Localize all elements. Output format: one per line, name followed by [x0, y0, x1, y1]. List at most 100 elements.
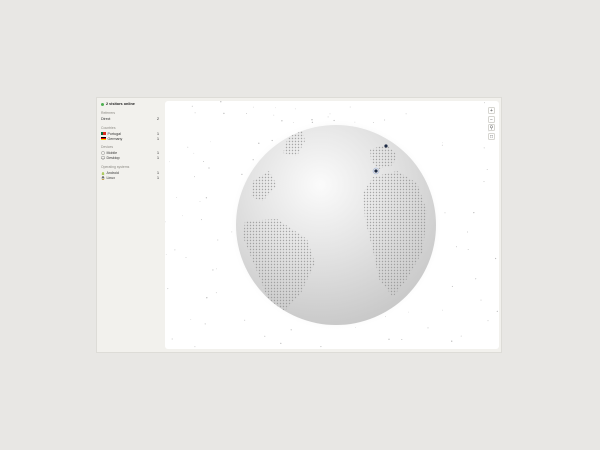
- expand-icon[interactable]: □: [488, 132, 495, 140]
- list-item[interactable]: Linux 1: [101, 175, 159, 180]
- online-status: 2 visitors online: [101, 102, 159, 106]
- star-dot: [199, 201, 201, 202]
- star-dot: [182, 215, 183, 217]
- list-item-count: 1: [157, 175, 159, 180]
- star-dot: [460, 335, 462, 337]
- star-dot: [216, 268, 217, 270]
- star-dot: [200, 219, 202, 221]
- star-dot: [388, 338, 390, 340]
- star-dot: [442, 142, 443, 144]
- section-title: Referrers: [101, 111, 116, 115]
- list-item-label: Android: [106, 170, 119, 175]
- star-dot: [494, 257, 497, 260]
- star-dot: [241, 173, 243, 176]
- list-item-count: 1: [157, 170, 159, 175]
- germany-flag-icon: [101, 136, 106, 141]
- star-dot: [294, 108, 296, 110]
- star-dot: [467, 249, 469, 251]
- section-title: Operating systems: [101, 164, 130, 169]
- star-dot: [280, 342, 282, 345]
- list-item-label: Desktop: [106, 156, 120, 160]
- star-dot: [204, 323, 206, 325]
- star-dot: [467, 231, 469, 233]
- globe-panel[interactable]: + − ⚲ □: [165, 101, 499, 349]
- star-dot: [194, 176, 195, 178]
- section-operating-systems: Operating systems Android 1 Linux 1: [101, 165, 159, 181]
- section-referrers: Referrers Direct 2: [101, 111, 159, 122]
- star-dot: [441, 144, 443, 146]
- star-dot: [212, 269, 214, 271]
- list-item-label: Direct: [101, 117, 111, 121]
- map-controls: + − ⚲ □: [488, 107, 496, 140]
- star-dot: [401, 338, 403, 341]
- linux-icon: [101, 175, 105, 180]
- star-dot: [194, 346, 196, 348]
- star-dot: [486, 169, 488, 170]
- list-item[interactable]: Direct 2: [101, 117, 159, 122]
- section-devices: Devices Mobile 1 Desktop 1: [101, 145, 159, 161]
- star-dot: [451, 340, 453, 342]
- star-dot: [220, 101, 222, 103]
- star-dot: [455, 246, 457, 248]
- sidebar: 2 visitors online Referrers Direct 2 Cou…: [97, 98, 163, 352]
- person-icon[interactable]: ⚲: [488, 124, 495, 131]
- star-dot: [444, 212, 446, 214]
- star-dot: [169, 161, 170, 163]
- star-dot: [329, 113, 331, 115]
- star-dot: [258, 142, 260, 144]
- star-dot: [252, 106, 254, 108]
- list-item-count: 2: [157, 117, 159, 121]
- star-dot: [165, 254, 167, 256]
- star-dot: [210, 141, 211, 143]
- star-dot: [473, 211, 475, 214]
- star-dot: [206, 297, 208, 299]
- star-dot: [191, 105, 193, 107]
- list-item-count: 1: [157, 131, 159, 136]
- section-title: Countries: [101, 125, 116, 130]
- star-dot: [483, 147, 485, 149]
- star-dot: [190, 319, 192, 320]
- star-dot: [273, 114, 275, 116]
- list-item-count: 1: [157, 151, 159, 155]
- portugal-flag-icon: [101, 131, 106, 136]
- star-dot: [320, 346, 322, 348]
- online-count-text: 2 visitors online: [106, 102, 135, 106]
- visitor-marker-portugal[interactable]: [374, 169, 378, 173]
- star-dot: [174, 249, 176, 251]
- list-item-label: Portugal: [107, 131, 121, 136]
- list-item-count: 1: [157, 136, 159, 141]
- star-dot: [203, 161, 205, 162]
- star-dot: [281, 120, 283, 122]
- star-dot: [245, 113, 247, 115]
- star-dot: [176, 197, 178, 198]
- zoom-in-button[interactable]: +: [488, 107, 495, 114]
- list-item[interactable]: Desktop 1: [101, 156, 159, 161]
- star-dot: [311, 119, 313, 121]
- star-dot: [275, 107, 276, 109]
- app-window: 2 visitors online Referrers Direct 2 Cou…: [96, 97, 502, 353]
- star-dot: [427, 327, 429, 329]
- star-dot: [451, 285, 453, 287]
- android-icon: [101, 171, 105, 175]
- star-dot: [483, 181, 485, 183]
- globe-canvas[interactable]: [165, 101, 499, 349]
- list-item-count: 1: [157, 156, 159, 160]
- star-dot: [349, 106, 351, 108]
- mobile-icon: [101, 151, 105, 155]
- star-dot: [215, 292, 217, 294]
- star-dot: [405, 113, 407, 115]
- star-dot: [193, 152, 195, 154]
- visitor-marker-germany[interactable]: [384, 144, 388, 148]
- desktop-icon: [101, 156, 105, 160]
- star-dot: [185, 256, 187, 258]
- star-dot: [167, 288, 169, 290]
- star-dot: [442, 309, 443, 311]
- star-dot: [292, 122, 294, 123]
- star-dot: [496, 310, 498, 312]
- star-dot: [187, 146, 189, 148]
- star-dot: [384, 119, 386, 121]
- section-countries: Countries Portugal 1 Germany 1: [101, 126, 159, 142]
- star-dot: [290, 329, 292, 331]
- zoom-out-button[interactable]: −: [488, 115, 495, 123]
- list-item[interactable]: Germany 1: [101, 136, 159, 141]
